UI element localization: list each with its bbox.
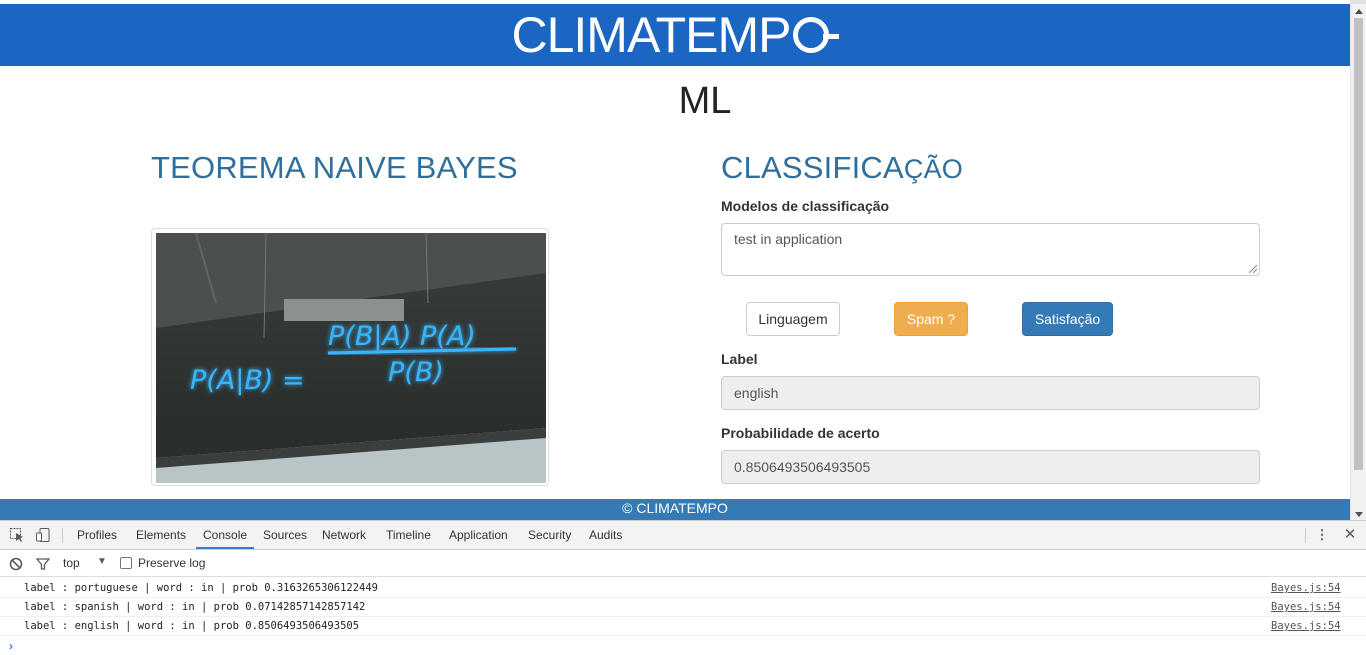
log-source-link[interactable]: Bayes.js:54 <box>1271 598 1341 616</box>
label-field-label: Label <box>721 351 758 367</box>
probability-label: Probabilidade de acerto <box>721 425 880 441</box>
classification-heading: CLASSIFICAÇÃO <box>721 150 963 186</box>
close-devtools-icon[interactable]: ✕ <box>1342 527 1358 543</box>
tabbar-separator <box>62 528 63 543</box>
log-source-link[interactable]: Bayes.js:54 <box>1271 579 1341 597</box>
console-log-line: label : portuguese | word : in | prob 0.… <box>0 579 1366 598</box>
console-filter-bar: top ▼ Preserve log <box>0 550 1366 577</box>
more-options-icon[interactable]: ⋮ <box>1314 527 1330 543</box>
tab-profiles[interactable]: Profiles <box>77 521 117 549</box>
bayes-image-thumbnail: P(A|B) = P(B|A) P(A) P(B) <box>151 228 549 486</box>
log-message: label : spanish | word : in | prob 0.071… <box>24 601 366 613</box>
tabbar-separator-right <box>1305 528 1306 543</box>
console-prompt-icon[interactable]: › <box>9 639 13 653</box>
satisfaction-button[interactable]: Satisfação <box>1022 302 1113 336</box>
models-textarea[interactable]: test in application <box>721 223 1260 276</box>
scroll-up-arrow-icon[interactable] <box>1355 9 1363 14</box>
climatempo-logo[interactable]: CLIMATEMP <box>512 6 839 64</box>
page-title: ML <box>678 80 732 122</box>
console-log-line: label : english | word : in | prob 0.850… <box>0 617 1366 636</box>
tab-elements[interactable]: Elements <box>136 521 186 549</box>
tab-timeline[interactable]: Timeline <box>386 521 431 549</box>
logo-text: CLIMATEMP <box>511 7 792 63</box>
devtools-tabbar: Profiles Elements Console Sources Networ… <box>0 521 1366 550</box>
console-log-line: label : spanish | word : in | prob 0.071… <box>0 598 1366 617</box>
scrollbar-thumb[interactable] <box>1354 18 1363 470</box>
filter-icon[interactable] <box>36 557 50 571</box>
spam-button[interactable]: Spam ? <box>894 302 968 336</box>
devtools-panel: Profiles Elements Console Sources Networ… <box>0 520 1366 655</box>
page-scrollbar[interactable] <box>1350 4 1366 520</box>
context-dropdown-icon[interactable]: ▼ <box>97 556 107 567</box>
inspect-element-icon[interactable] <box>9 527 25 543</box>
language-button[interactable]: Linguagem <box>746 302 840 336</box>
preserve-log-label: Preserve log <box>138 556 206 570</box>
formula-lhs: P(A|B) = <box>190 365 305 396</box>
models-label: Modelos de classificação <box>721 198 890 214</box>
log-message: label : portuguese | word : in | prob 0.… <box>24 582 379 594</box>
clear-console-icon[interactable] <box>9 557 23 571</box>
log-message: label : english | word : in | prob 0.850… <box>24 620 360 632</box>
resize-grip-icon[interactable] <box>1249 265 1257 273</box>
formula-denominator: P(B) <box>388 357 444 388</box>
formula-numerator: P(B|A) P(A) <box>328 321 476 352</box>
neon-formula-graphic: P(A|B) = P(B|A) P(A) P(B) <box>156 233 546 483</box>
context-selector[interactable]: top <box>63 556 80 570</box>
preserve-log-checkbox[interactable] <box>120 557 132 569</box>
tab-audits[interactable]: Audits <box>589 521 622 549</box>
scroll-down-arrow-icon[interactable] <box>1355 512 1363 517</box>
tab-network[interactable]: Network <box>322 521 366 549</box>
tab-application[interactable]: Application <box>449 521 508 549</box>
site-footer: © CLIMATEMPO <box>0 499 1350 520</box>
classification-heading-part1: CLASSIFICA <box>721 150 904 185</box>
naive-bayes-heading: TEOREMA NAIVE BAYES <box>151 150 518 185</box>
site-header: CLIMATEMP <box>0 4 1350 66</box>
classification-heading-part2: ÇÃO <box>903 154 963 184</box>
tab-security[interactable]: Security <box>528 521 571 549</box>
probability-output-field: 0.8506493506493505 <box>721 450 1260 484</box>
tab-sources[interactable]: Sources <box>263 521 307 549</box>
label-output-field: english <box>721 376 1260 410</box>
device-toolbar-icon[interactable] <box>35 527 51 543</box>
bayes-neon-photo: P(A|B) = P(B|A) P(A) P(B) <box>156 233 546 483</box>
tab-console[interactable]: Console <box>196 521 255 549</box>
logo-o-icon <box>792 17 829 53</box>
log-source-link[interactable]: Bayes.js:54 <box>1271 617 1341 635</box>
web-page: CLIMATEMP ML TEOREMA NAIVE BAYES CLASSIF… <box>0 0 1350 520</box>
